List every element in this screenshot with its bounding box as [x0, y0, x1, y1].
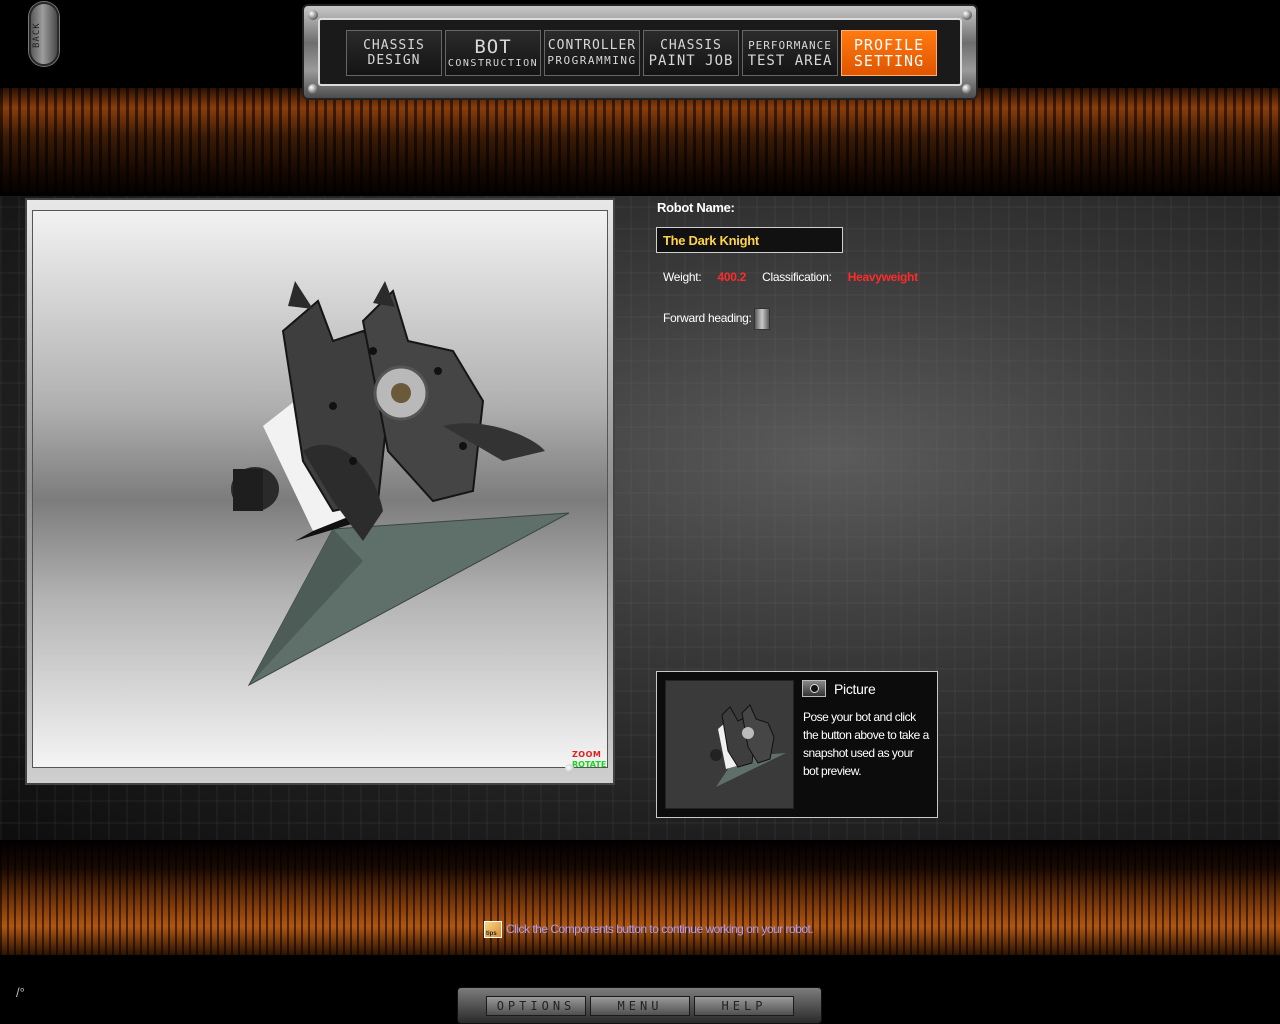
tab-performance-test-area[interactable]: Performance Test Area	[742, 30, 838, 76]
tab-chassis-paint-job[interactable]: Chassis Paint Job	[643, 30, 739, 76]
camera-button[interactable]	[802, 680, 826, 697]
bottom-rust-band	[0, 840, 1280, 955]
tab-label-line1: Controller	[547, 37, 637, 53]
robot-model	[231, 281, 570, 687]
tab-label-line1: Chassis	[363, 37, 425, 53]
robot-name-label: Robot Name:	[657, 200, 735, 215]
tips-icon-label: tips	[486, 931, 497, 937]
tab-label-line2: Setting	[853, 51, 925, 70]
back-button-label: BACK	[32, 22, 42, 48]
tab-label-line2: Programming	[547, 53, 637, 67]
bolt-icon	[308, 10, 318, 20]
picture-title: Picture	[834, 681, 876, 697]
bolt-icon	[308, 84, 318, 94]
robot-3d-viewport[interactable]	[32, 210, 608, 768]
forward-heading-slider[interactable]	[752, 306, 902, 330]
tab-controller-programming[interactable]: Controller Programming	[544, 30, 640, 76]
bottom-bar: OPTIONS MENU HELP	[486, 996, 794, 1016]
tab-label-line2: Construction	[447, 57, 539, 69]
zoom-knob-icon[interactable]	[565, 764, 574, 773]
tab-chassis-design[interactable]: Chassis Design	[346, 30, 442, 76]
tab-label-line1: Performance	[748, 38, 832, 52]
classification-label: Classification:	[762, 270, 832, 284]
rotate-label: ROTATE	[572, 760, 607, 769]
back-button[interactable]: BACK	[29, 2, 59, 66]
tab-label-line2: Test Area	[747, 52, 833, 69]
tips-icon: tips	[484, 921, 502, 938]
tab-label-line1: Chassis	[660, 37, 722, 53]
zoom-label: ZOOM	[572, 750, 602, 759]
robot-name-input[interactable]	[656, 227, 843, 253]
options-button[interactable]: OPTIONS	[486, 996, 586, 1016]
forward-heading-label: Forward heading:	[663, 311, 752, 325]
classification-value: Heavyweight	[847, 270, 918, 284]
camera-icon	[810, 684, 819, 693]
top-rust-band	[0, 88, 1280, 198]
top-nav-tabs: Chassis Design Bot Construction Controll…	[346, 30, 937, 76]
hint-text: Click the Components button to continue …	[506, 922, 814, 936]
zoom-rotate-widget[interactable]: ZOOM ROTATE	[565, 750, 609, 774]
help-button[interactable]: HELP	[694, 996, 794, 1016]
slider-thumb[interactable]	[754, 308, 770, 330]
preview-image	[710, 704, 786, 787]
bot-preview-thumbnail	[665, 680, 794, 809]
tab-bot-construction[interactable]: Bot Construction	[445, 30, 541, 76]
tab-label-line2: Design	[367, 52, 421, 68]
tab-label-line2: Paint Job	[648, 52, 734, 69]
weight-value: 400.2	[717, 270, 746, 284]
bolt-icon	[962, 10, 972, 20]
stats-row: Weight: 400.2 Classification: Heavyweigh…	[663, 270, 918, 284]
slider-track	[752, 316, 902, 320]
status-icon: /°	[16, 985, 25, 1000]
tab-label-line1: Profile	[853, 35, 925, 54]
weight-label: Weight:	[663, 270, 702, 284]
tab-label-line1: Bot	[474, 35, 512, 58]
menu-button[interactable]: MENU	[590, 996, 690, 1016]
bolt-icon	[962, 84, 972, 94]
picture-description: Pose your bot and click the button above…	[803, 710, 929, 778]
tab-profile-setting[interactable]: Profile Setting	[841, 30, 937, 76]
